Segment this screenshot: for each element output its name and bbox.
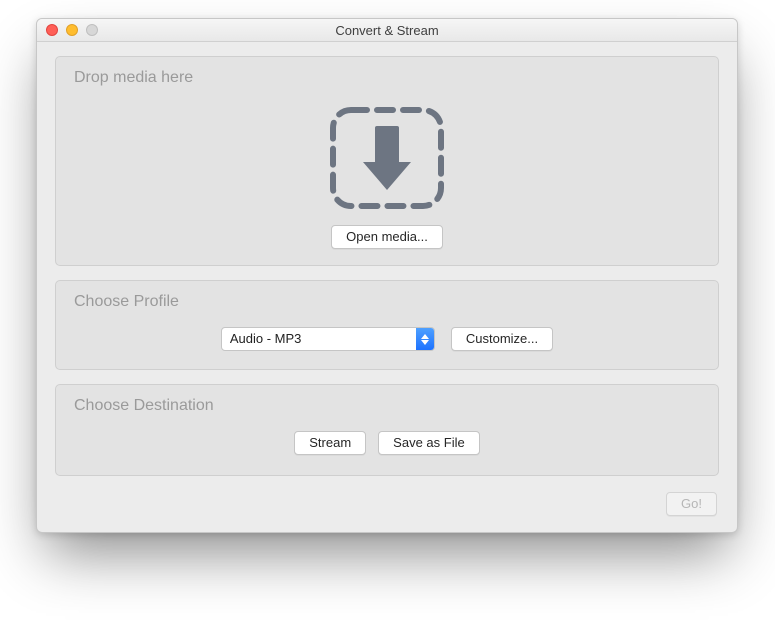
drop-media-panel: Drop media here Open media... [55, 56, 719, 266]
choose-destination-title: Choose Destination [74, 397, 702, 415]
save-as-file-button[interactable]: Save as File [378, 431, 480, 455]
window-title: Convert & Stream [37, 23, 737, 38]
footer: Go! [55, 490, 719, 516]
choose-destination-panel: Choose Destination Stream Save as File [55, 384, 719, 476]
profile-select[interactable]: Audio - MP3 [221, 327, 435, 351]
drop-media-title: Drop media here [74, 69, 702, 87]
convert-stream-window: Convert & Stream Drop media here [36, 18, 738, 533]
drop-target-graphic [327, 103, 447, 213]
window-controls [37, 24, 98, 36]
choose-profile-panel: Choose Profile Audio - MP3 Customize... [55, 280, 719, 370]
zoom-window-button[interactable] [86, 24, 98, 36]
close-window-button[interactable] [46, 24, 58, 36]
choose-profile-title: Choose Profile [74, 293, 702, 311]
profile-select-value: Audio - MP3 [222, 328, 416, 350]
open-media-button[interactable]: Open media... [331, 225, 443, 249]
window-content: Drop media here Open media... [37, 42, 737, 532]
updown-chevron-icon [416, 328, 434, 350]
titlebar: Convert & Stream [37, 19, 737, 42]
go-button[interactable]: Go! [666, 492, 717, 516]
drop-zone[interactable]: Open media... [72, 97, 702, 249]
stream-button[interactable]: Stream [294, 431, 366, 455]
minimize-window-button[interactable] [66, 24, 78, 36]
customize-profile-button[interactable]: Customize... [451, 327, 553, 351]
download-arrow-icon [327, 104, 447, 212]
